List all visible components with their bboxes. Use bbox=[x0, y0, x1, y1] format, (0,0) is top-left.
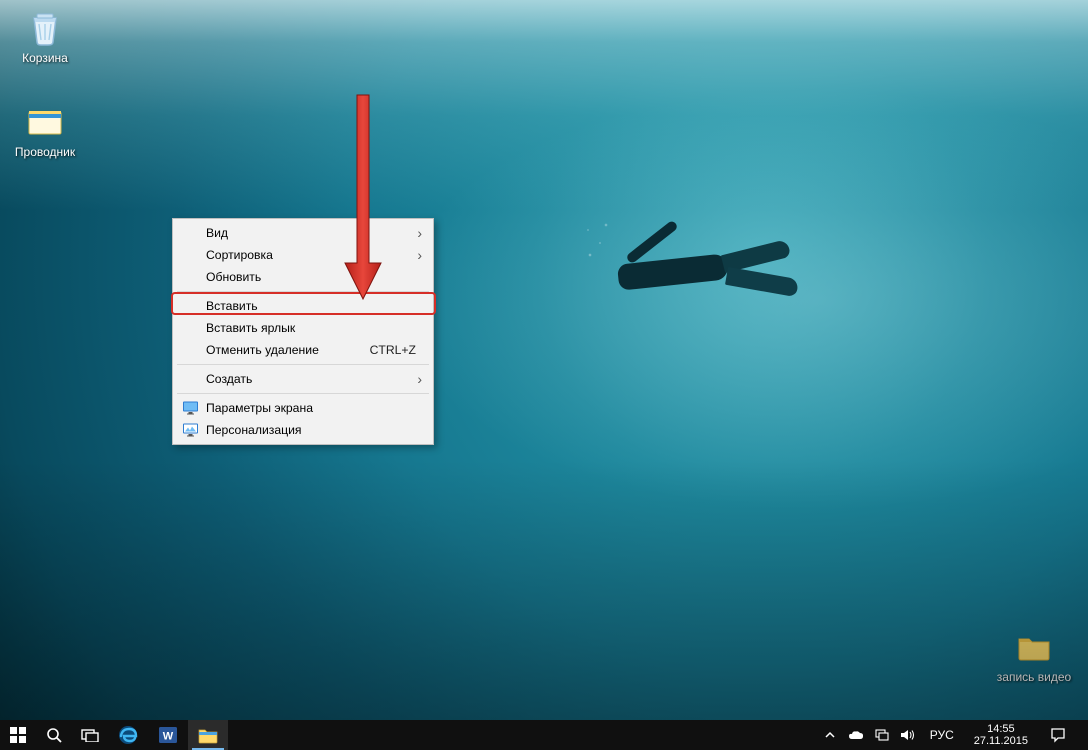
taskbar-spacer bbox=[228, 720, 818, 750]
menu-item-create[interactable]: Создать › bbox=[176, 368, 430, 390]
system-tray: РУС 14:55 27.11.2015 bbox=[818, 720, 1088, 750]
desktop-icon-explorer[interactable]: Проводник bbox=[8, 100, 82, 159]
task-view-icon bbox=[81, 728, 99, 742]
menu-item-undo-delete[interactable]: Отменить удаление CTRL+Z bbox=[176, 339, 430, 361]
tray-action-center[interactable] bbox=[1042, 727, 1074, 743]
menu-item-label: Вид bbox=[206, 226, 422, 240]
desktop-context-menu: Вид › Сортировка › Обновить Вставить Вст… bbox=[172, 218, 434, 445]
tray-date: 27.11.2015 bbox=[974, 735, 1028, 747]
monitor-icon bbox=[183, 402, 198, 415]
cloud-icon bbox=[848, 730, 864, 741]
menu-item-label: Вставить ярлык bbox=[206, 321, 422, 335]
taskbar: W bbox=[0, 720, 1088, 750]
tray-language[interactable]: РУС bbox=[924, 728, 960, 742]
tray-show-hidden[interactable] bbox=[820, 720, 840, 750]
menu-item-personalize[interactable]: Персонализация bbox=[176, 419, 430, 441]
tray-time: 14:55 bbox=[987, 723, 1015, 735]
menu-item-label: Персонализация bbox=[206, 423, 422, 437]
notification-icon bbox=[1050, 727, 1066, 743]
menu-item-paste[interactable]: Вставить bbox=[176, 295, 430, 317]
tray-clock[interactable]: 14:55 27.11.2015 bbox=[966, 723, 1036, 747]
chevron-right-icon: › bbox=[417, 247, 422, 263]
tray-network[interactable] bbox=[872, 720, 892, 750]
edge-icon bbox=[117, 724, 139, 746]
menu-item-view[interactable]: Вид › bbox=[176, 222, 430, 244]
menu-item-paste-shortcut[interactable]: Вставить ярлык bbox=[176, 317, 430, 339]
folder-icon bbox=[1013, 625, 1055, 667]
menu-item-label: Обновить bbox=[206, 270, 422, 284]
start-button[interactable] bbox=[0, 720, 36, 750]
menu-item-label: Вставить bbox=[206, 299, 422, 313]
menu-separator bbox=[177, 291, 429, 292]
chevron-right-icon: › bbox=[417, 371, 422, 387]
word-icon: W bbox=[157, 724, 179, 746]
taskbar-left: W bbox=[0, 720, 228, 750]
windows-logo-icon bbox=[10, 727, 26, 743]
menu-item-label: Создать bbox=[206, 372, 422, 386]
menu-item-label: Отменить удаление bbox=[206, 343, 370, 357]
menu-item-refresh[interactable]: Обновить bbox=[176, 266, 430, 288]
menu-item-shortcut: CTRL+Z bbox=[370, 343, 422, 357]
tray-onedrive[interactable] bbox=[846, 720, 866, 750]
menu-item-display-settings[interactable]: Параметры экрана bbox=[176, 397, 430, 419]
taskbar-app-edge[interactable] bbox=[108, 720, 148, 750]
personalize-icon bbox=[183, 424, 198, 437]
taskbar-app-word[interactable]: W bbox=[148, 720, 188, 750]
menu-item-label: Сортировка bbox=[206, 248, 422, 262]
desktop-icon-label: Проводник bbox=[15, 145, 75, 159]
chevron-up-icon bbox=[825, 730, 835, 740]
search-icon bbox=[46, 727, 63, 744]
recycle-bin-icon bbox=[24, 6, 66, 48]
desktop-icon-label: запись видео bbox=[997, 670, 1071, 684]
desktop-icon-recycle-bin[interactable]: Корзина bbox=[8, 6, 82, 65]
speaker-icon bbox=[900, 728, 915, 742]
menu-separator bbox=[177, 393, 429, 394]
tray-language-label: РУС bbox=[930, 728, 954, 742]
taskbar-app-explorer[interactable] bbox=[188, 720, 228, 750]
task-view-button[interactable] bbox=[72, 720, 108, 750]
menu-item-label: Параметры экрана bbox=[206, 401, 422, 415]
chevron-right-icon: › bbox=[417, 225, 422, 241]
network-icon bbox=[875, 728, 889, 742]
desktop[interactable]: Корзина Проводник запись видео Вид › bbox=[0, 0, 1088, 750]
explorer-icon bbox=[24, 100, 66, 142]
search-button[interactable] bbox=[36, 720, 72, 750]
desktop-icon-folder-video[interactable]: запись видео bbox=[990, 625, 1078, 684]
desktop-icon-label: Корзина bbox=[22, 51, 68, 65]
menu-separator bbox=[177, 364, 429, 365]
menu-item-sort[interactable]: Сортировка › bbox=[176, 244, 430, 266]
svg-text:W: W bbox=[163, 731, 174, 743]
tray-volume[interactable] bbox=[898, 720, 918, 750]
wallpaper-swimmer bbox=[610, 225, 830, 325]
file-explorer-icon bbox=[197, 725, 219, 745]
